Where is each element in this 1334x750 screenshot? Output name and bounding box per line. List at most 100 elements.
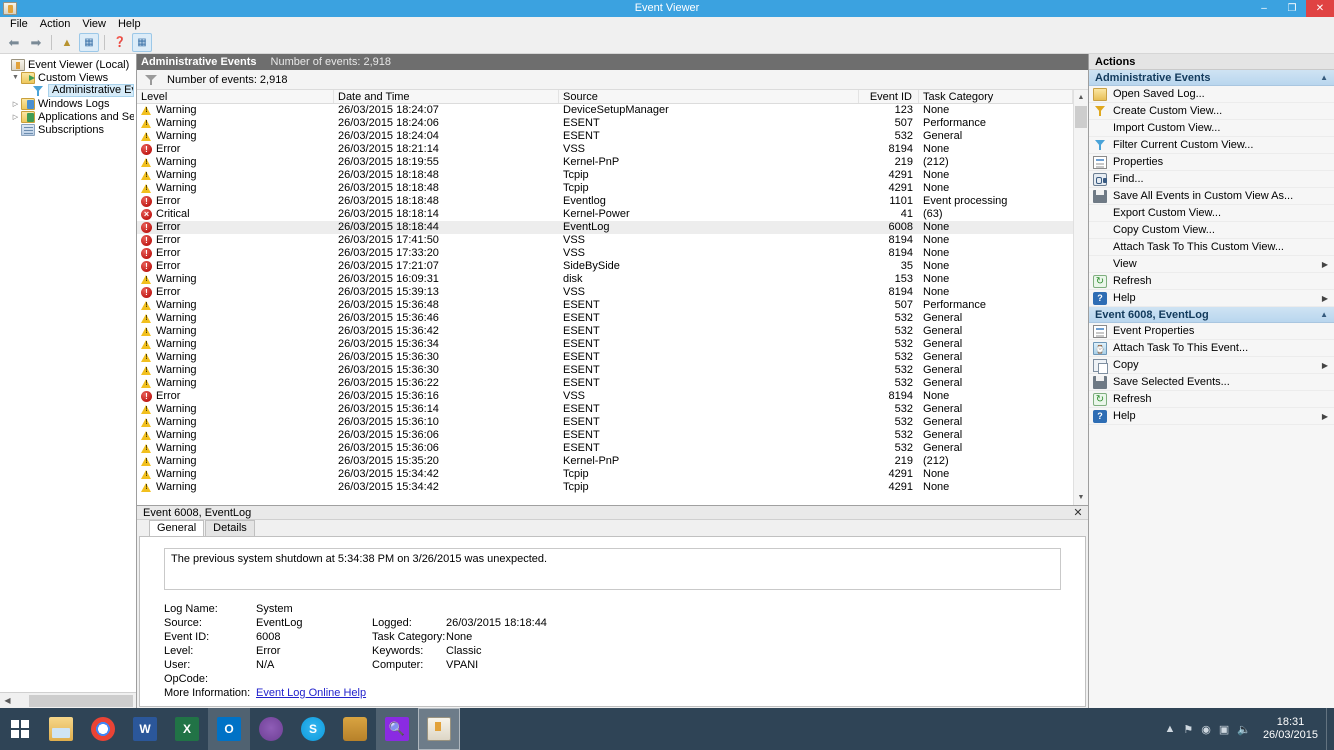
table-row[interactable]: Warning 26/03/2015 15:35:20 Kernel-PnP 219 (… [137,455,1073,468]
scroll-left-icon[interactable]: ◀ [0,696,15,705]
event-list-vertical-scrollbar[interactable]: ▲ ▼ [1073,90,1088,505]
taskbar-chrome[interactable] [82,708,124,750]
table-row[interactable]: Warning 26/03/2015 15:36:10 ESENT 532 Genera… [137,416,1073,429]
scroll-thumb-vertical[interactable] [1075,106,1087,128]
tree-horizontal-scrollbar[interactable]: ◀ ▶ [0,692,136,708]
filter-bar[interactable]: Number of events: 2,918 [137,70,1088,90]
scroll-down-icon[interactable]: ▼ [1074,490,1088,505]
tray-volume-icon[interactable]: 🔈 [1237,723,1251,736]
action-item-open-saved-log[interactable]: Open Saved Log... [1089,86,1334,103]
table-row[interactable]: Warning 26/03/2015 15:36:06 ESENT 532 Genera… [137,442,1073,455]
taskbar-excel[interactable]: X [166,708,208,750]
scroll-up-icon[interactable]: ▲ [1074,90,1088,105]
scroll-track[interactable] [15,693,133,708]
menu-action[interactable]: Action [34,17,77,32]
action-item-help[interactable]: Help ▶ [1089,408,1334,425]
tree-item-windows-logs[interactable]: ▷ Windows Logs [0,97,136,110]
taskbar-honeycomb[interactable] [334,708,376,750]
tab-general[interactable]: General [149,520,205,536]
table-row[interactable]: Warning 26/03/2015 15:36:34 ESENT 532 Genera… [137,338,1073,351]
taskbar-search-app[interactable] [376,708,418,750]
action-item-import-custom-view[interactable]: Import Custom View... [1089,120,1334,137]
action-item-copy[interactable]: Copy ▶ [1089,357,1334,374]
action-item-refresh[interactable]: Refresh [1089,391,1334,408]
forward-button[interactable]: ➡ [26,33,46,52]
tree-item-custom-views[interactable]: ▼ Custom Views [0,71,136,84]
tree-item-applications-and-services-lo[interactable]: ▷ Applications and Services Lo [0,110,136,123]
table-row[interactable]: Warning 26/03/2015 18:24:07 DeviceSetupMan… [137,104,1073,117]
tree-expander-icon[interactable]: ▷ [10,113,21,121]
action-item-copy-custom-view[interactable]: Copy Custom View... [1089,222,1334,239]
table-row[interactable]: Error 26/03/2015 17:21:07 SideBySide 35 None [137,260,1073,273]
actions-section-header[interactable]: Administrative Events ▲ [1089,70,1334,86]
table-row[interactable]: Error 26/03/2015 15:36:16 VSS 8194 None [137,390,1073,403]
menu-file[interactable]: File [4,17,34,32]
table-row[interactable]: Error 26/03/2015 17:33:20 VSS 8194 None [137,247,1073,260]
action-item-export-custom-view[interactable]: Export Custom View... [1089,205,1334,222]
help-button[interactable]: ❓ [110,33,130,52]
actions-section-header[interactable]: Event 6008, EventLog ▲ [1089,307,1334,323]
show-desktop-button[interactable] [1326,708,1334,750]
taskbar-file-explorer[interactable] [40,708,82,750]
table-row[interactable]: Warning 26/03/2015 18:24:06 ESENT 507 Perfor… [137,117,1073,130]
column-header-date[interactable]: Date and Time [334,90,559,103]
taskbar-skype[interactable]: S [292,708,334,750]
table-row[interactable]: Warning 26/03/2015 15:36:46 ESENT 532 Genera… [137,312,1073,325]
scroll-thumb[interactable] [29,694,133,707]
menu-help[interactable]: Help [112,17,147,32]
action-item-save-all-events-in-custom-view-as[interactable]: Save All Events in Custom View As... [1089,188,1334,205]
start-button[interactable] [0,708,40,750]
table-row[interactable]: Warning 26/03/2015 15:36:14 ESENT 532 Genera… [137,403,1073,416]
table-row[interactable]: Warning 26/03/2015 15:34:42 Tcpip 4291 None [137,481,1073,494]
action-item-save-selected-events[interactable]: Save Selected Events... [1089,374,1334,391]
action-item-attach-task-to-this-event[interactable]: Attach Task To This Event... [1089,340,1334,357]
clock[interactable]: 18:31 26/03/2015 [1259,716,1318,742]
taskbar-outlook[interactable]: O [208,708,250,750]
table-row[interactable]: Error 26/03/2015 17:41:50 VSS 8194 None [137,234,1073,247]
show-hide-action-pane-button[interactable]: ▦ [132,33,152,52]
table-row[interactable]: Warning 26/03/2015 18:19:55 Kernel-PnP 219 (… [137,156,1073,169]
column-header-event-id[interactable]: Event ID [859,90,919,103]
action-item-help[interactable]: Help ▶ [1089,290,1334,307]
table-row[interactable]: Warning 26/03/2015 15:36:30 ESENT 532 Genera… [137,351,1073,364]
tray-network-share-icon[interactable]: ◉ [1201,723,1211,736]
table-row[interactable]: Warning 26/03/2015 15:36:22 ESENT 532 Genera… [137,377,1073,390]
table-row[interactable]: Warning 26/03/2015 15:36:42 ESENT 532 Genera… [137,325,1073,338]
event-log-online-help-link[interactable]: Event Log Online Help [256,687,366,699]
column-header-task-category[interactable]: Task Category [919,90,1073,103]
tree-item-subscriptions[interactable]: Subscriptions [0,123,136,136]
table-row[interactable]: Warning 26/03/2015 16:09:31 disk 153 None [137,273,1073,286]
tray-network-icon[interactable]: ▣ [1219,723,1229,736]
action-item-create-custom-view[interactable]: Create Custom View... [1089,103,1334,120]
table-row[interactable]: Error 26/03/2015 18:21:14 VSS 8194 None [137,143,1073,156]
details-close-button[interactable]: ✕ [1070,506,1086,519]
table-row[interactable]: Warning 26/03/2015 18:18:48 Tcpip 4291 None [137,169,1073,182]
column-header-source[interactable]: Source [559,90,859,103]
table-row[interactable]: Warning 26/03/2015 15:34:42 Tcpip 4291 None [137,468,1073,481]
show-hide-console-tree-button[interactable]: ▦ [79,33,99,52]
tree-item-event-viewer-local[interactable]: Event Viewer (Local) [0,58,136,71]
up-one-level-button[interactable]: ▲ [57,33,77,52]
action-item-filter-current-custom-view[interactable]: Filter Current Custom View... [1089,137,1334,154]
tray-expand-icon[interactable]: ▲ [1164,723,1175,735]
table-row[interactable]: Error 26/03/2015 15:39:13 VSS 8194 None [137,286,1073,299]
table-row[interactable]: Warning 26/03/2015 15:36:06 ESENT 532 Genera… [137,429,1073,442]
menu-view[interactable]: View [76,17,112,32]
tree-expander-icon[interactable]: ▼ [10,74,21,81]
collapse-chevron-icon[interactable]: ▲ [1320,73,1328,82]
action-item-refresh[interactable]: Refresh [1089,273,1334,290]
action-item-find[interactable]: Find... [1089,171,1334,188]
action-item-view[interactable]: View ▶ [1089,256,1334,273]
tab-details[interactable]: Details [205,520,255,536]
collapse-chevron-icon[interactable]: ▲ [1320,310,1328,319]
table-row[interactable]: Warning 26/03/2015 15:36:30 ESENT 532 Genera… [137,364,1073,377]
tray-flag-icon[interactable]: ⚑ [1183,723,1193,736]
tree-expander-icon[interactable]: ▷ [10,100,21,108]
action-item-event-properties[interactable]: Event Properties [1089,323,1334,340]
taskbar-word[interactable]: W [124,708,166,750]
column-header-level[interactable]: Level [137,90,334,103]
action-item-attach-task-to-this-custom-view[interactable]: Attach Task To This Custom View... [1089,239,1334,256]
table-row[interactable]: Warning 26/03/2015 18:18:48 Tcpip 4291 None [137,182,1073,195]
table-row[interactable]: Warning 26/03/2015 18:24:04 ESENT 532 Genera… [137,130,1073,143]
back-button[interactable]: ⬅ [4,33,24,52]
